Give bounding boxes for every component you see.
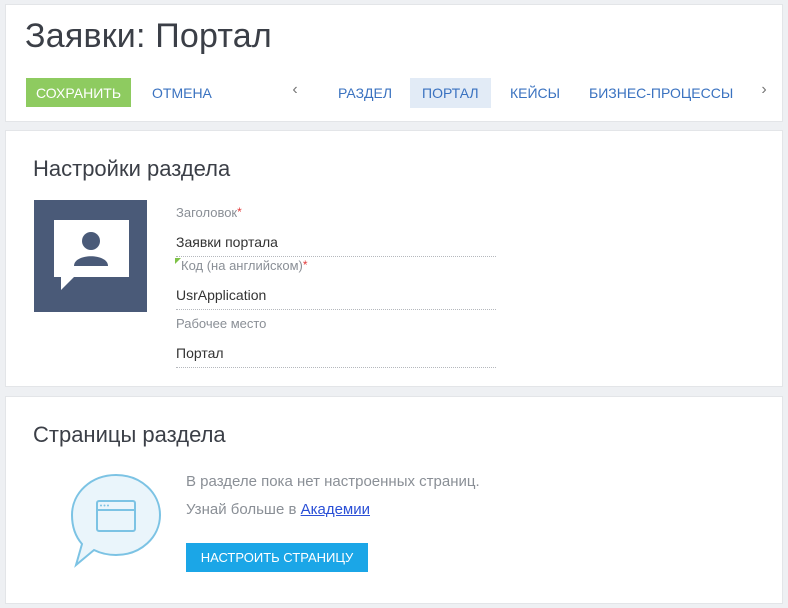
header-panel: Заявки: Портал СОХРАНИТЬ ОТМЕНА ‹ РАЗДЕЛ… <box>5 4 783 122</box>
tab-cases[interactable]: КЕЙСЫ <box>498 78 572 108</box>
field-code-label: Код (на английском) <box>181 258 303 273</box>
field-workplace-label: Рабочее место <box>176 316 267 331</box>
required-marker: * <box>302 258 308 272</box>
chevron-right-icon[interactable]: › <box>756 81 772 99</box>
field-code: Код (на английском)* UsrApplication <box>175 258 496 310</box>
page-title: Заявки: Портал <box>25 17 272 55</box>
code-input[interactable]: UsrApplication <box>176 287 496 310</box>
tab-business-processes[interactable]: БИЗНЕС-ПРОЦЕССЫ <box>577 78 745 108</box>
section-pages-panel: Страницы раздела В разделе пока нет наст… <box>5 396 783 604</box>
browser-window-bubble-icon <box>70 473 162 568</box>
section-icon[interactable] <box>34 200 147 312</box>
section-pages-title: Страницы раздела <box>33 422 226 447</box>
empty-pages-message: В разделе пока нет настроенных страниц. <box>186 473 480 490</box>
required-marker: * <box>237 205 242 219</box>
save-button[interactable]: СОХРАНИТЬ <box>26 78 131 107</box>
tab-section[interactable]: РАЗДЕЛ <box>326 78 404 108</box>
field-workplace: Рабочее место Портал <box>176 316 496 368</box>
field-caption-label: Заголовок <box>176 205 238 220</box>
workplace-input[interactable]: Портал <box>176 345 496 368</box>
localizable-marker-icon <box>175 258 181 264</box>
user-chat-icon <box>54 220 129 290</box>
setup-page-button[interactable]: НАСТРОИТЬ СТРАНИЦУ <box>186 543 368 572</box>
chevron-left-icon[interactable]: ‹ <box>287 81 303 99</box>
cancel-button[interactable]: ОТМЕНА <box>152 85 212 101</box>
tab-portal[interactable]: ПОРТАЛ <box>410 78 491 108</box>
field-caption: Заголовок* Заявки портала <box>176 205 496 257</box>
academy-link[interactable]: Академии <box>301 501 370 518</box>
section-settings-title: Настройки раздела <box>33 156 231 181</box>
learn-more-text: Узнай больше в Академии <box>186 501 370 518</box>
section-settings-panel: Настройки раздела Заголовок* Заявки порт… <box>5 130 783 387</box>
caption-input[interactable]: Заявки портала <box>176 234 496 257</box>
